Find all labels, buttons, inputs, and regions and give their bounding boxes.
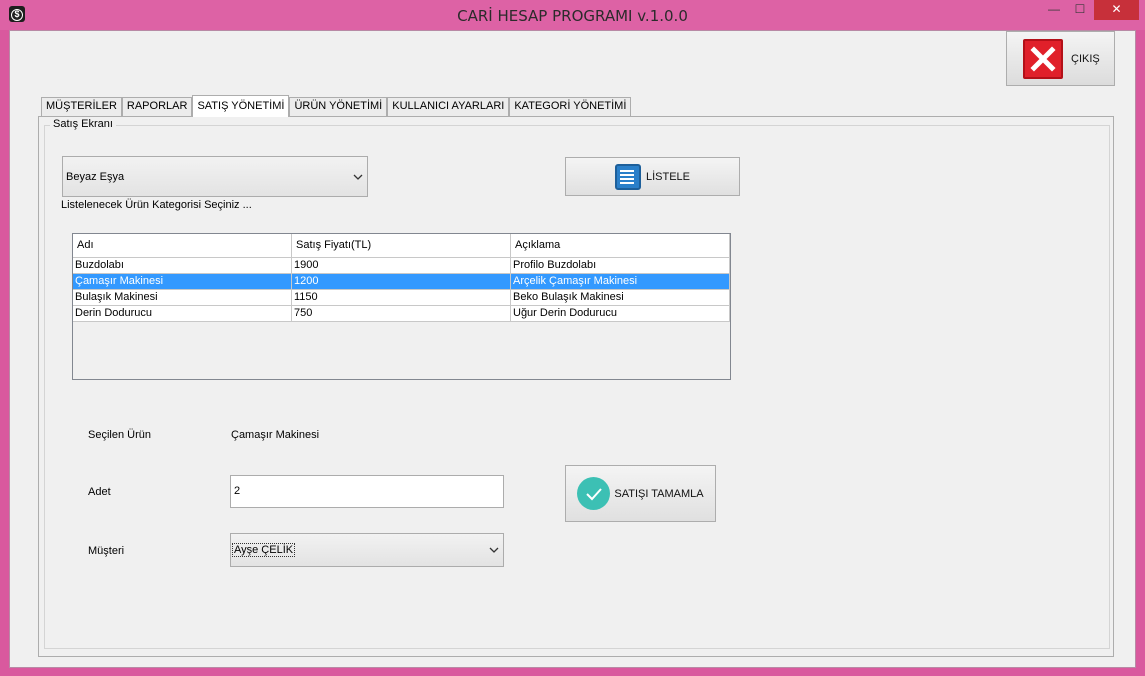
minimize-button[interactable]: — [1042,0,1066,20]
customer-label: Müşteri [88,545,125,557]
cell-name[interactable]: Buzdolabı [73,258,292,274]
tab-satis-yonetimi[interactable]: SATIŞ YÖNETİMİ [192,95,290,117]
tab-kategori-yonetimi[interactable]: KATEGORİ YÖNETİMİ [509,97,632,116]
list-icon [614,163,641,190]
table-row[interactable]: Derin Dodurucu 750 Uğur Derin Dodurucu [73,306,730,322]
column-header-name[interactable]: Adı [73,234,292,258]
cell-price[interactable]: 1900 [292,258,511,274]
chevron-down-icon [351,157,365,196]
cell-description[interactable]: Beko Bulaşık Makinesi [511,290,730,306]
column-header-description[interactable]: Açıklama [511,234,730,258]
list-button-label: LİSTELE [645,170,691,183]
table-row-selected[interactable]: Çamaşır Makinesi 1200 Arçelik Çamaşır Ma… [73,274,730,290]
customer-value: Ayşe ÇELİK [232,543,296,557]
cell-price[interactable]: 1200 [292,274,511,290]
chevron-down-icon [487,534,501,566]
exit-label: ÇIKIŞ [1071,52,1100,65]
table-row[interactable]: Buzdolabı 1900 Profilo Buzdolabı [73,258,730,274]
product-table: Adı Satış Fiyatı(TL) Açıklama Buzdolabı … [73,234,730,322]
tab-strip: MÜŞTERİLER RAPORLAR SATIŞ YÖNETİMİ ÜRÜN … [41,95,632,117]
cell-description[interactable]: Profilo Buzdolabı [511,258,730,274]
cell-name[interactable]: Çamaşır Makinesi [73,274,292,290]
table-header: Adı Satış Fiyatı(TL) Açıklama [73,234,730,258]
cell-price[interactable]: 750 [292,306,511,322]
title-bar[interactable]: $ CARİ HESAP PROGRAMI v.1.0.0 — ☐ ✕ [0,0,1145,30]
tab-urun-yonetimi[interactable]: ÜRÜN YÖNETİMİ [289,97,388,116]
column-header-price[interactable]: Satış Fiyatı(TL) [292,234,511,258]
app-window: $ CARİ HESAP PROGRAMI v.1.0.0 — ☐ ✕ ÇIKI… [0,0,1145,676]
table-row[interactable]: Bulaşık Makinesi 1150 Beko Bulaşık Makin… [73,290,730,306]
sales-group: Satış Ekranı Beyaz Eşya Listelenecek Ürü… [44,118,1110,649]
close-window-button[interactable]: ✕ [1094,0,1139,20]
selected-product-label: Seçilen Ürün [88,429,151,441]
group-title: Satış Ekranı [50,118,116,130]
maximize-button[interactable]: ☐ [1068,0,1092,20]
cell-name[interactable]: Bulaşık Makinesi [73,290,292,306]
customer-select[interactable]: Ayşe ÇELİK [230,533,504,567]
cell-description[interactable]: Arçelik Çamaşır Makinesi [511,274,730,290]
cell-description[interactable]: Uğur Derin Dodurucu [511,306,730,322]
list-button[interactable]: LİSTELE [565,157,740,196]
quantity-label: Adet [88,486,111,498]
category-value: Beyaz Eşya [66,170,125,183]
client-area: ÇIKIŞ MÜŞTERİLER RAPORLAR SATIŞ YÖNETİMİ… [9,30,1136,668]
close-icon [1023,38,1063,79]
cell-name[interactable]: Derin Dodurucu [73,306,292,322]
category-select[interactable]: Beyaz Eşya [62,156,368,197]
cell-price[interactable]: 1150 [292,290,511,306]
selected-product-value: Çamaşır Makinesi [231,429,320,441]
complete-sale-button[interactable]: SATIŞI TAMAMLA [565,465,716,522]
tab-musteriler[interactable]: MÜŞTERİLER [41,97,122,116]
checkmark-icon [577,477,611,510]
quantity-input[interactable]: 2 [230,475,504,508]
tab-kullanici-ayarlari[interactable]: KULLANICI AYARLARI [387,97,510,116]
sales-tab-panel: Satış Ekranı Beyaz Eşya Listelenecek Ürü… [38,116,1114,657]
category-hint: Listelenecek Ürün Kategorisi Seçiniz ... [61,199,252,211]
tab-raporlar[interactable]: RAPORLAR [121,97,193,116]
window-title: CARİ HESAP PROGRAMI v.1.0.0 [457,7,688,25]
complete-sale-label: SATIŞI TAMAMLA [614,487,704,500]
product-grid[interactable]: Adı Satış Fiyatı(TL) Açıklama Buzdolabı … [72,233,731,380]
exit-button[interactable]: ÇIKIŞ [1006,31,1115,86]
